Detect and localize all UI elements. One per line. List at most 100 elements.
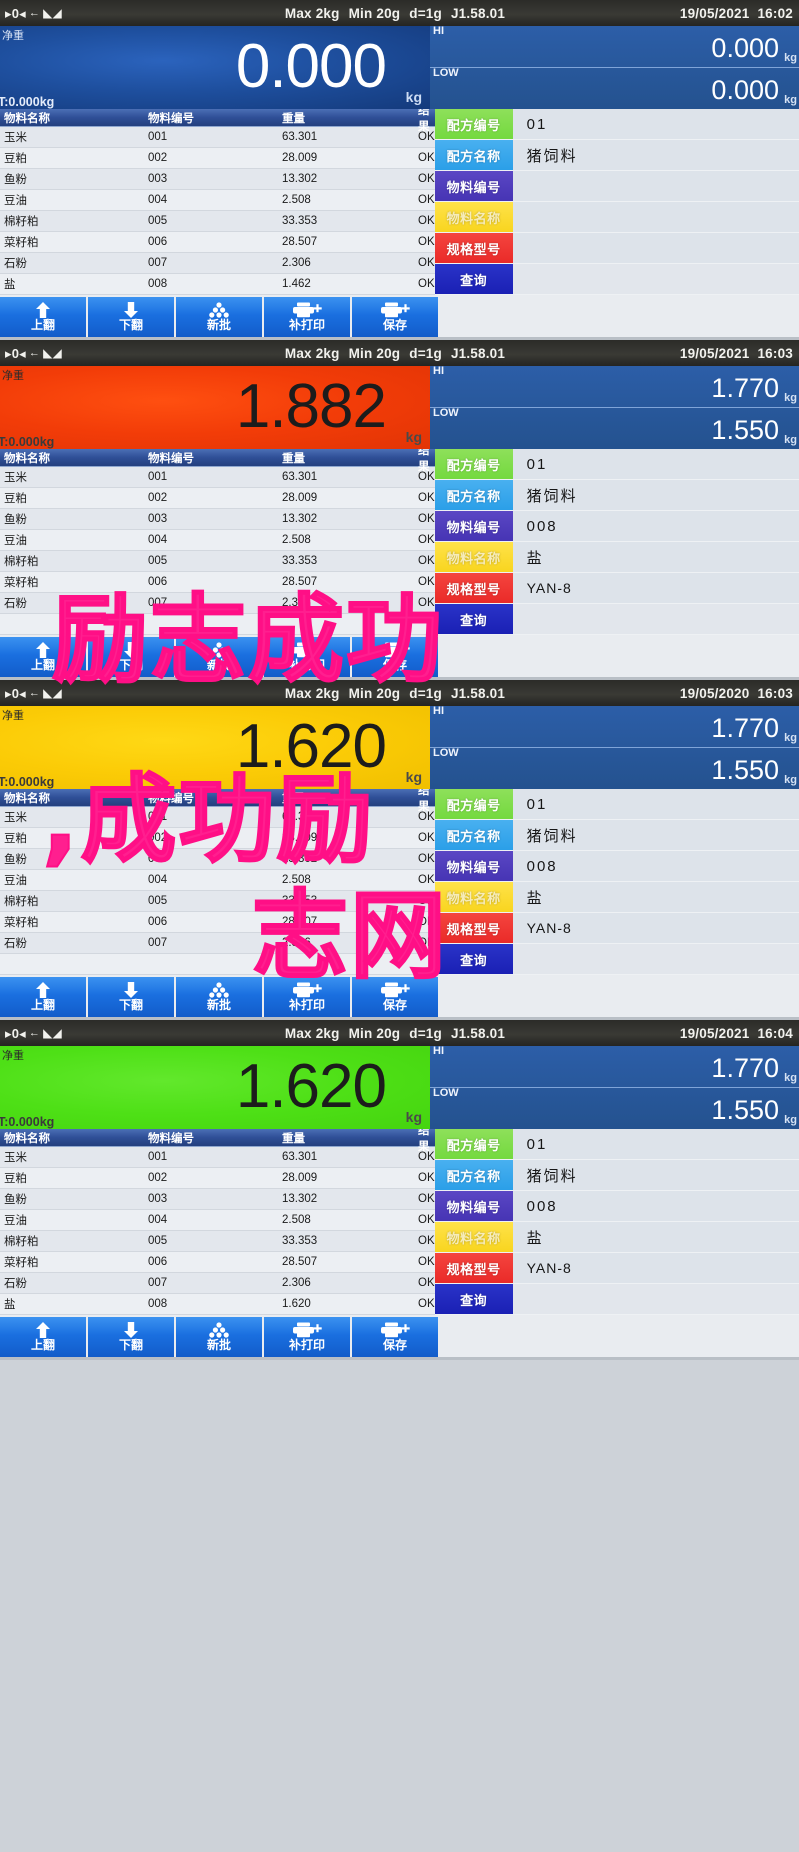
form-key-spec-model[interactable]: 规格型号 [434,233,513,263]
form-value-recipe-no[interactable]: 01 [512,449,799,479]
form-value-material-no[interactable]: 008 [512,851,799,881]
form-key-spec-model[interactable]: 规格型号 [434,573,513,603]
tare-arrow-icon: ← [28,1027,41,1039]
table-header-weight: 重量 [282,112,305,125]
form-key-material-no[interactable]: 物料编号 [434,1191,513,1221]
weight-display-zone: 净重 T:0.000kg 1.882 kg HI 1.770 kg LOW 1.550 kg [0,365,799,449]
form-value-material-no[interactable]: 008 [512,1191,799,1221]
spec-max: Max 2kg [284,685,340,701]
query-button[interactable]: 查询 [434,264,513,294]
limit-display-panel: HI 1.770 kg LOW 1.550 kg [430,365,799,449]
form-value-spec-model[interactable]: YAN-8 [512,573,799,603]
low-limit-label: LOW [433,1087,459,1099]
cell-weight: 2.306 [282,257,311,269]
form-value-recipe-no[interactable]: 01 [512,109,799,139]
form-value-recipe-name[interactable]: 猪饲料 [512,480,799,510]
form-key-recipe-name[interactable]: 配方名称 [434,1160,513,1190]
cell-material-name: 豆油 [4,535,27,547]
toolbar-button-新批[interactable]: 新批 [176,637,262,677]
query-value-area [512,264,799,294]
query-button[interactable]: 查询 [434,944,513,974]
panel-4: ▸0◂ ← ◣◢ Max 2kg Min 20g d=1g J1.58.01 19/05/20… [0,1020,799,1360]
cell-result: OK [418,215,435,227]
form-row-spec-model: 规格型号 YAN-8 [434,573,799,604]
form-key-material-no[interactable]: 物料编号 [434,171,513,201]
cell-weight: 28.009 [282,492,318,504]
toolbar-button-新批[interactable]: 新批 [176,1317,262,1357]
form-key-material-name[interactable]: 物料名称 [434,1222,513,1252]
form-value-recipe-no[interactable]: 01 [512,1129,799,1159]
toolbar-button-下翻[interactable]: 下翻 [88,637,174,677]
form-key-recipe-name[interactable]: 配方名称 [434,140,513,170]
toolbar-button-label: 上翻 [30,317,55,332]
hi-limit-unit: kg [784,732,797,744]
cell-material-code: 007 [148,1277,168,1289]
form-value-spec-model[interactable] [512,233,799,263]
table-row: 豆粕 002 28.009 OK [0,1168,435,1189]
form-key-spec-model[interactable]: 规格型号 [434,1253,513,1283]
weight-display-zone: 净重 T:0.000kg 1.620 kg HI 1.770 kg LOW 1.550 kg [0,705,799,789]
toolbar-button-下翻[interactable]: 下翻 [88,977,174,1017]
form-row-recipe-no: 配方编号 01 [434,109,799,140]
table-header-row: 物料名称 物料编号 重量 结果 [0,445,435,473]
form-value-recipe-name[interactable]: 猪饲料 [512,1160,799,1190]
form-value-recipe-name[interactable]: 猪饲料 [512,140,799,170]
toolbar-button-上翻[interactable]: 上翻 [0,297,86,337]
arrow-up-icon [32,982,54,999]
toolbar-button-补打印[interactable]: 补打印 [264,637,350,677]
toolbar-button-保存[interactable]: 保存 [352,297,438,337]
hi-limit-unit: kg [784,1072,797,1084]
net-weight-value: 1.620 [235,711,387,781]
form-key-recipe-name[interactable]: 配方名称 [434,820,513,850]
form-value-spec-model[interactable]: YAN-8 [512,913,799,943]
toolbar-button-补打印[interactable]: 补打印 [264,297,350,337]
form-value-spec-model[interactable]: YAN-8 [512,1253,799,1283]
form-key-recipe-no[interactable]: 配方编号 [434,789,513,819]
table-header-row: 物料名称 物料编号 重量 结果 [0,1125,435,1153]
toolbar-button-保存[interactable]: 保存 [352,637,438,677]
form-key-recipe-no[interactable]: 配方编号 [434,109,513,139]
toolbar-button-下翻[interactable]: 下翻 [88,1317,174,1357]
cell-material-name: 豆油 [4,1215,27,1227]
cell-result: OK [418,832,435,844]
toolbar-button-补打印[interactable]: 补打印 [264,977,350,1017]
form-value-material-name[interactable]: 盐 [512,1222,799,1252]
form-value-recipe-no[interactable]: 01 [512,789,799,819]
cell-material-code: 004 [148,194,168,206]
form-value-material-no[interactable]: 008 [512,511,799,541]
form-key-material-name[interactable]: 物料名称 [434,542,513,572]
form-value-recipe-name[interactable]: 猪饲料 [512,820,799,850]
toolbar-button-下翻[interactable]: 下翻 [88,297,174,337]
toolbar-button-上翻[interactable]: 上翻 [0,1317,86,1357]
toolbar-button-上翻[interactable]: 上翻 [0,637,86,677]
form-key-spec-model[interactable]: 规格型号 [434,913,513,943]
toolbar-button-新批[interactable]: 新批 [176,297,262,337]
cell-result: OK [418,937,435,949]
toolbar-button-保存[interactable]: 保存 [352,1317,438,1357]
form-key-recipe-no[interactable]: 配方编号 [434,1129,513,1159]
form-value-material-name[interactable]: 盐 [512,542,799,572]
form-key-material-no[interactable]: 物料编号 [434,511,513,541]
form-value-material-name[interactable]: 盐 [512,882,799,912]
form-key-material-name[interactable]: 物料名称 [434,202,513,232]
cell-material-name: 菜籽粕 [4,1257,39,1269]
form-key-recipe-name[interactable]: 配方名称 [434,480,513,510]
hi-limit-label: HI [433,1045,444,1057]
form-key-recipe-no[interactable]: 配方编号 [434,449,513,479]
toolbar-button-新批[interactable]: 新批 [176,977,262,1017]
datetime-group: 19/05/2021 16:02 [672,6,799,21]
form-key-material-name[interactable]: 物料名称 [434,882,513,912]
hi-limit-row: HI 0.000 kg [430,25,799,68]
cell-result: OK [418,874,435,886]
form-value-material-name[interactable] [512,202,799,232]
toolbar-button-保存[interactable]: 保存 [352,977,438,1017]
form-key-material-no[interactable]: 物料编号 [434,851,513,881]
query-button[interactable]: 查询 [434,604,513,634]
query-button[interactable]: 查询 [434,1284,513,1314]
cell-result: OK [418,895,435,907]
toolbar-button-补打印[interactable]: 补打印 [264,1317,350,1357]
low-limit-label: LOW [433,747,459,759]
form-value-material-no[interactable] [512,171,799,201]
toolbar-button-label: 新批 [206,997,231,1012]
toolbar-button-上翻[interactable]: 上翻 [0,977,86,1017]
